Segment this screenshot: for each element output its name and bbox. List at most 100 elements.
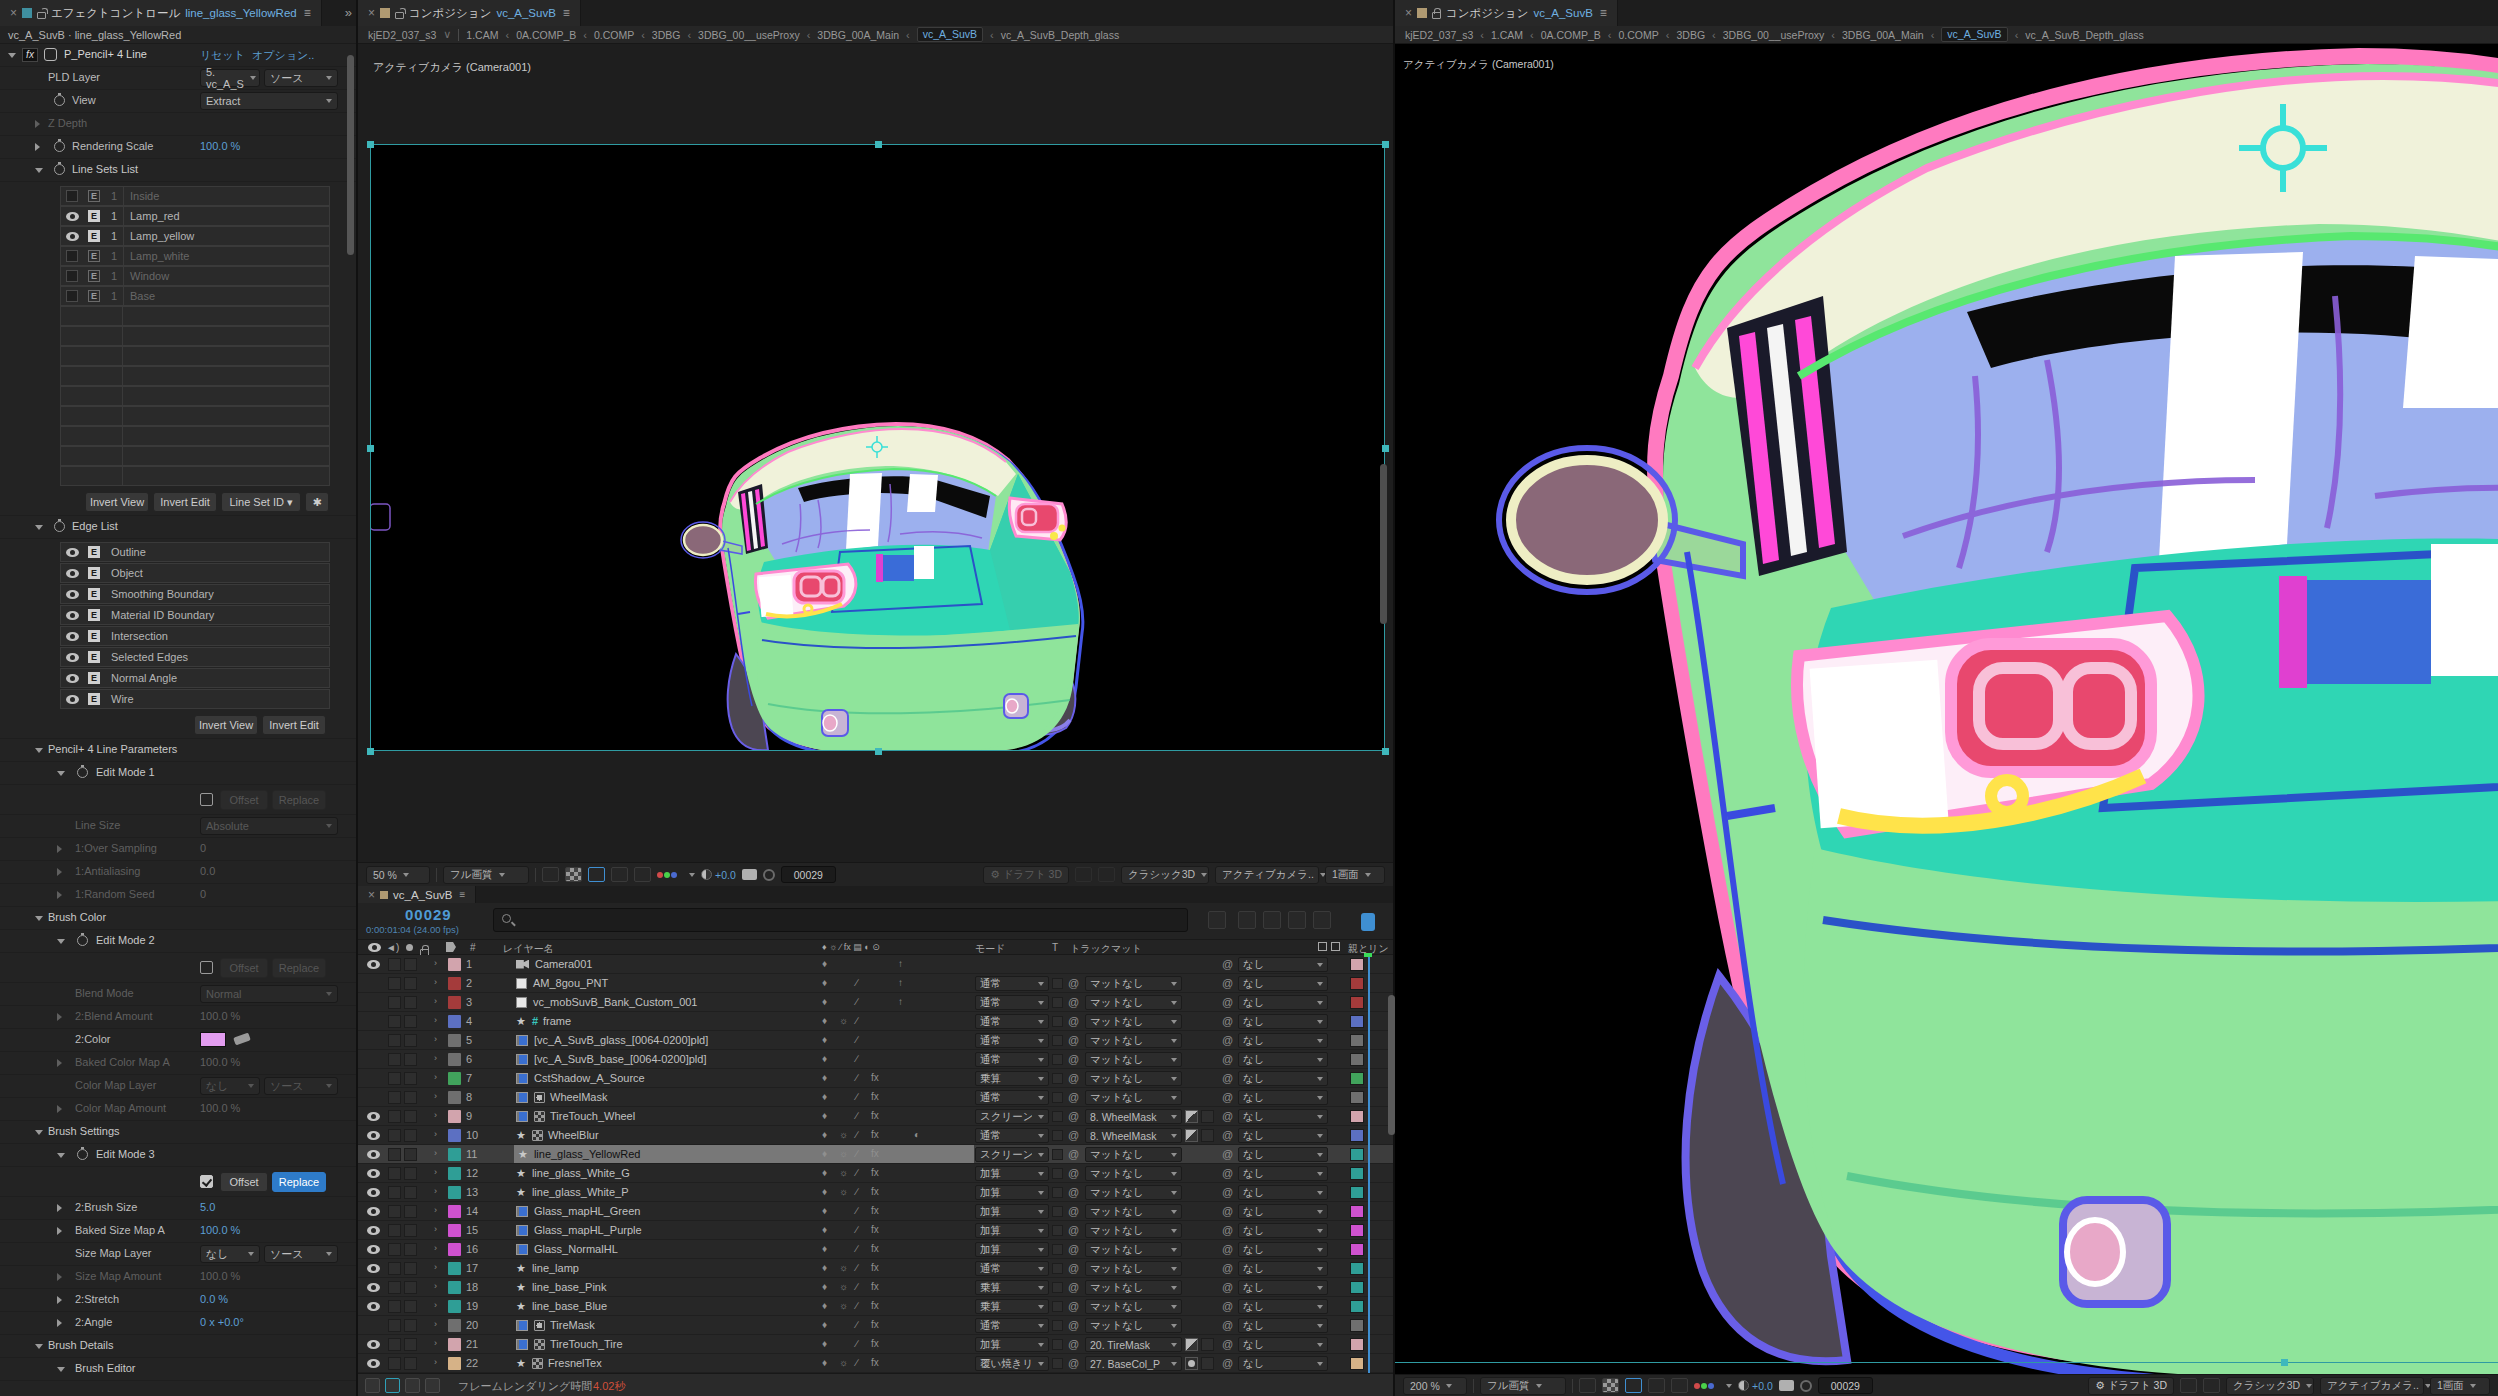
switch-anchor[interactable]: ↑ [898, 996, 903, 1007]
invert-edit-button[interactable]: Invert Edit [153, 492, 217, 512]
twirl-closed-icon[interactable] [57, 1204, 62, 1212]
switch-fx[interactable]: fx [871, 1091, 879, 1102]
blend-mode-dropdown[interactable]: スクリーン [975, 1147, 1049, 1162]
フル画質-dropdown[interactable]: フル画質 [443, 866, 529, 884]
stopwatch-icon[interactable] [77, 767, 88, 778]
track-matte-dropdown[interactable]: マットなし [1085, 1280, 1182, 1295]
breadcrumb-item[interactable]: 3DBG_00A_Main [817, 29, 899, 41]
stopwatch-icon[interactable] [77, 935, 88, 946]
blend-mode-dropdown[interactable]: 通常 [975, 976, 1049, 991]
switch-slash[interactable]: ∕ [856, 1243, 858, 1254]
stage-scrollbar[interactable] [1380, 464, 1387, 624]
expand-arrow[interactable]: › [434, 996, 437, 1006]
layer-row[interactable]: ›15Glass_mapHL_Purple♦∕fx加算@マットなし@なし [358, 1221, 1393, 1240]
blend-mode-dropdown[interactable]: 加算 [975, 1242, 1049, 1257]
comp-stage[interactable]: アクティブカメラ (Camera001) [358, 44, 1393, 862]
layer-row[interactable]: ›17★line_lamp♦☼∕fx通常@マットなし@なし [358, 1259, 1393, 1278]
switch-fx[interactable]: fx [871, 1262, 879, 1273]
track-matte-dropdown[interactable]: マットなし [1085, 1242, 1182, 1257]
parent-dropdown[interactable]: なし [1238, 1318, 1328, 1333]
layer-name[interactable]: AM_8gou_PNT [516, 974, 608, 992]
grid-icon[interactable] [542, 867, 559, 882]
parent-dropdown[interactable]: なし [1238, 1356, 1328, 1371]
switch-q[interactable]: ♦ [822, 1186, 827, 1197]
expand-arrow[interactable]: › [434, 1205, 437, 1215]
close-icon[interactable]: × [1405, 6, 1412, 20]
invert-view-button[interactable]: Invert View [85, 492, 149, 512]
switch-slash[interactable]: ∕ [856, 1167, 858, 1178]
switch-slash[interactable]: ∕ [856, 977, 858, 988]
edge-row[interactable]: EOutline [60, 542, 330, 562]
pickwhip-icon[interactable]: @ [1222, 1053, 1233, 1065]
twirl-closed-icon[interactable] [57, 1013, 62, 1021]
breadcrumb-item[interactable]: kjED2_037_s3 [1405, 29, 1473, 41]
line-set-row[interactable]: E1Lamp_white [60, 246, 330, 266]
expand-arrow[interactable]: › [434, 1053, 437, 1063]
expand-arrow[interactable]: › [434, 1167, 437, 1177]
checkbox[interactable] [200, 961, 213, 974]
line-set-row[interactable]: E1Lamp_red [60, 206, 330, 226]
switch-q[interactable]: ♦ [822, 1262, 827, 1273]
expand-arrow[interactable]: › [434, 1262, 437, 1272]
parent-dropdown[interactable]: なし [1238, 1014, 1328, 1029]
label-swatch[interactable] [448, 996, 461, 1009]
edge-row[interactable]: ESmoothing Boundary [60, 584, 330, 604]
label-swatch[interactable] [448, 1224, 461, 1237]
switch-fx[interactable]: fx [871, 1148, 879, 1159]
line-set-row[interactable] [60, 466, 330, 486]
track-matte-dropdown[interactable]: マットなし [1085, 1223, 1182, 1238]
switch-slash[interactable]: ∕ [856, 1357, 858, 1368]
switch-q[interactable]: ♦ [822, 1300, 827, 1311]
breadcrumb-item[interactable]: vc_A_SuvB_Depth_glass [2025, 29, 2144, 41]
parent-dropdown[interactable]: なし [1238, 1261, 1328, 1276]
switch-q[interactable]: ♦ [822, 1110, 827, 1121]
parent-dropdown[interactable]: なし [1238, 1109, 1328, 1124]
label-swatch[interactable] [448, 1091, 461, 1104]
クラシック3D-dropdown[interactable]: クラシック3D [2226, 1377, 2314, 1395]
switch-fx[interactable]: fx [871, 1205, 879, 1216]
parent-dropdown[interactable]: なし [1238, 1280, 1328, 1295]
pickwhip-icon[interactable]: @ [1222, 1281, 1233, 1293]
show-snapshot-icon[interactable] [763, 869, 775, 881]
pickwhip-icon[interactable]: @ [1222, 1148, 1233, 1160]
line-set-row[interactable] [60, 366, 330, 386]
twirl-closed-icon[interactable] [57, 891, 62, 899]
pickwhip-icon[interactable]: @ [1222, 1300, 1233, 1312]
shy-icon[interactable] [1263, 911, 1281, 929]
dropdown[interactable]: ソース [264, 69, 338, 87]
eye-icon[interactable] [367, 1340, 380, 1349]
switch-slash[interactable]: ∕ [856, 1224, 858, 1235]
pickwhip-icon[interactable]: @ [1222, 1338, 1233, 1350]
eye-icon[interactable] [367, 1245, 380, 1254]
line-set-row[interactable]: E1Inside [60, 186, 330, 206]
layer-name[interactable]: TireMask [516, 1316, 595, 1334]
dropdown[interactable]: なし [200, 1077, 260, 1095]
layer-row[interactable]: ›5[vc_A_SuvB_glass_[0064-0200]pld]♦∕通常@マ… [358, 1031, 1393, 1050]
eye-icon[interactable] [367, 1188, 380, 1197]
switch-slash[interactable]: ∕ [856, 1281, 858, 1292]
switch-slash[interactable]: ∕ [856, 1148, 858, 1159]
expand-arrow[interactable]: › [434, 1357, 437, 1367]
twirl-closed-icon[interactable] [57, 1059, 62, 1067]
switch-sun[interactable]: ☼ [839, 1129, 848, 1140]
selection-handle[interactable] [367, 445, 374, 452]
switch-slash[interactable]: ∕ [856, 1091, 858, 1102]
transparency-icon[interactable] [1602, 1378, 1619, 1393]
pickwhip-icon[interactable]: @ [1222, 1262, 1233, 1274]
region-icon[interactable] [1671, 1378, 1688, 1393]
breadcrumb-item[interactable]: vc_A_SuvB [1941, 27, 2007, 42]
parent-dropdown[interactable]: なし [1238, 1299, 1328, 1314]
layer-name[interactable]: ★line_base_Pink [516, 1278, 607, 1296]
current-time[interactable]: 00029 [405, 906, 452, 923]
switch-slash[interactable]: ∕ [856, 1110, 858, 1121]
dropdown[interactable]: Absolute [200, 817, 338, 835]
label-swatch[interactable] [448, 1243, 461, 1256]
color-swatch[interactable] [200, 1032, 226, 1047]
breadcrumb-item[interactable]: vc_A_SuvB_Depth_glass [1001, 29, 1120, 41]
breadcrumb-item[interactable]: 3DBG [1676, 29, 1705, 41]
layer-name[interactable]: ★line_base_Blue [516, 1297, 607, 1315]
snapshot-camera-icon[interactable] [742, 869, 757, 880]
panel-menu-icon[interactable]: ≡ [563, 6, 570, 20]
dropdown[interactable]: ソース [264, 1077, 338, 1095]
twirl-closed-icon[interactable] [57, 1319, 62, 1327]
